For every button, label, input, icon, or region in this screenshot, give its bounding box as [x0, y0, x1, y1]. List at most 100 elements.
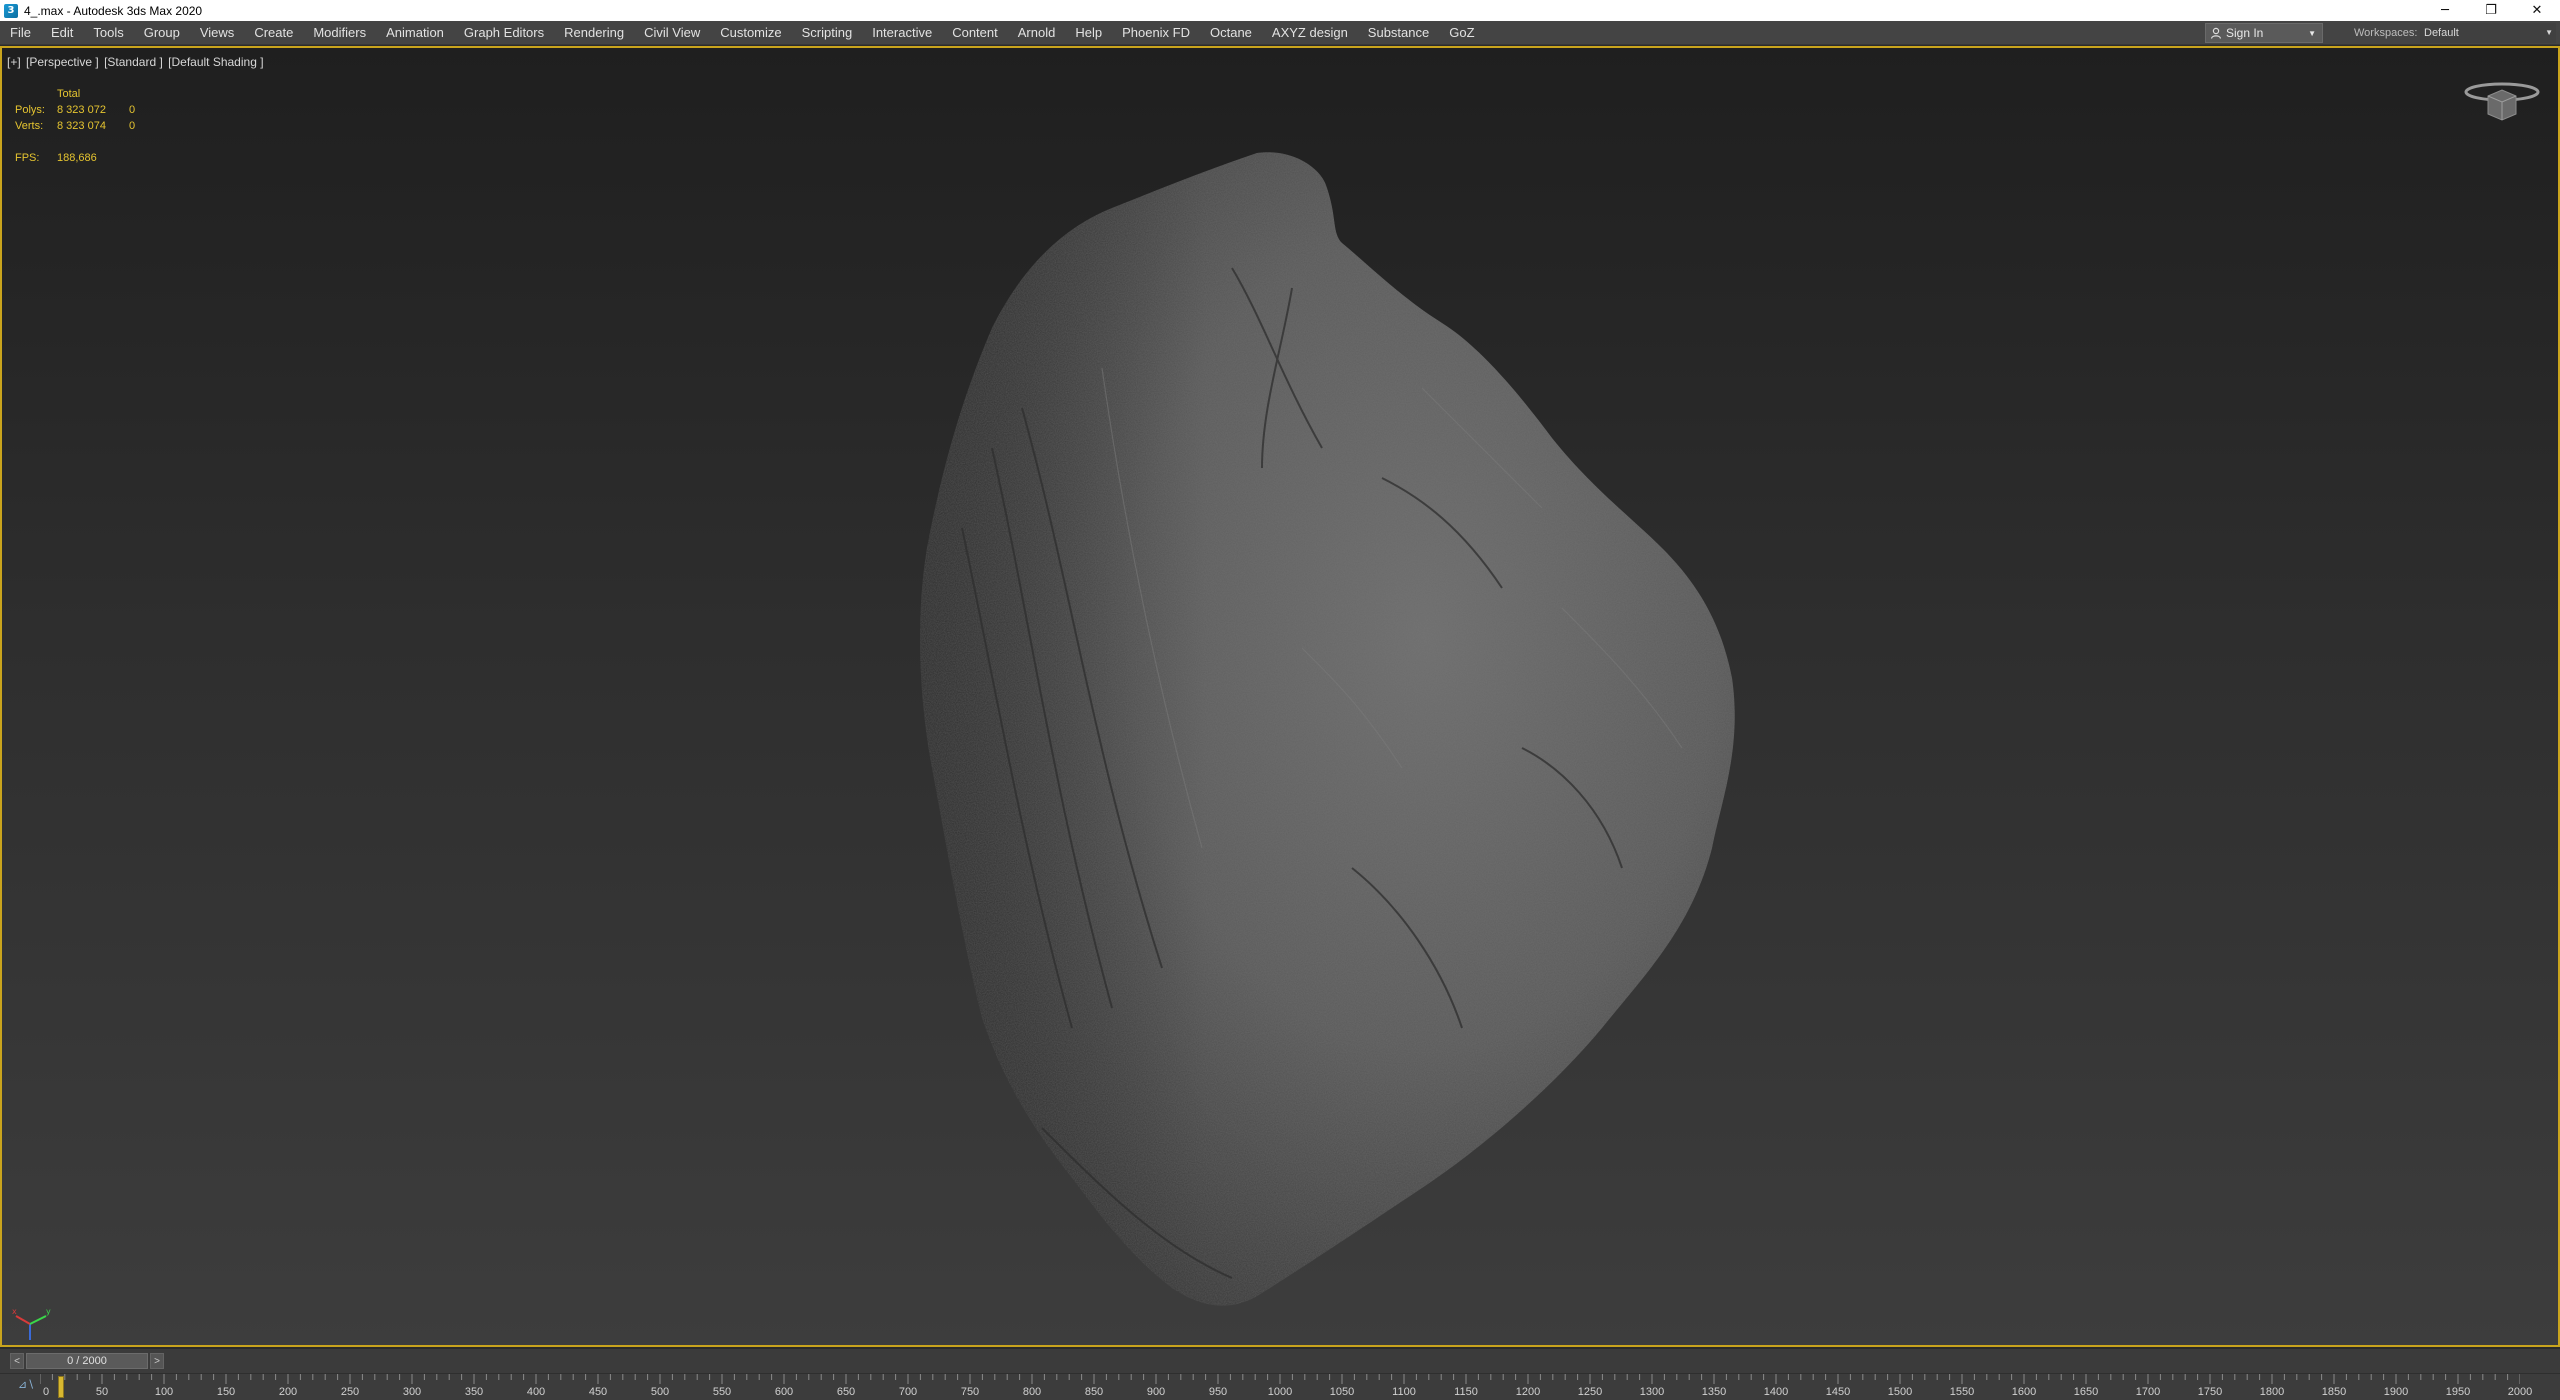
track-bar-tick-label: 550 [712, 1386, 732, 1398]
track-bar-tick-label: 0 [42, 1386, 50, 1398]
menu-scripting[interactable]: Scripting [792, 21, 863, 45]
title-bar: 3 4_.max - Autodesk 3ds Max 2020 ─ ❐ ✕ [0, 0, 2560, 21]
sign-in-dropdown[interactable]: Sign In ▼ [2205, 23, 2323, 43]
sign-in-label: Sign In [2226, 26, 2264, 40]
track-bar-tick-label: 1150 [1454, 1386, 1478, 1398]
viewport-standard[interactable]: [Standard ] [104, 55, 163, 69]
menu-group[interactable]: Group [134, 21, 190, 45]
menu-create[interactable]: Create [244, 21, 303, 45]
menu-graph-editors[interactable]: Graph Editors [454, 21, 554, 45]
3ds-max-app-icon[interactable]: 3 [4, 3, 18, 18]
rock-mesh[interactable] [902, 148, 1762, 1308]
verts-label: Verts: [15, 120, 44, 132]
perspective-viewport[interactable]: [+] [Perspective ] [Standard ] [Default … [0, 46, 2560, 1347]
track-bar-tick-label: 450 [588, 1386, 608, 1398]
svg-text:y: y [46, 1307, 51, 1316]
workspaces-value: Default [2424, 27, 2459, 39]
menu-edit[interactable]: Edit [41, 21, 83, 45]
menu-modifiers[interactable]: Modifiers [303, 21, 376, 45]
menu-file[interactable]: File [0, 21, 41, 45]
track-bar-tick-label: 350 [464, 1386, 484, 1398]
track-bar-tick-label: 1450 [1825, 1386, 1851, 1398]
menu-animation[interactable]: Animation [376, 21, 454, 45]
menu-help[interactable]: Help [1065, 21, 1112, 45]
svg-text:x: x [12, 1307, 17, 1316]
track-bar-tick-label: 1600 [2011, 1386, 2037, 1398]
track-bar-tick-label: 400 [526, 1386, 546, 1398]
track-bar-tick-label: 650 [836, 1386, 856, 1398]
track-bar-tick-label: 1100 [1392, 1386, 1416, 1398]
polys-value: 8 323 072 [57, 104, 106, 116]
viewport-label: [+] [Perspective ] [Standard ] [Default … [7, 55, 266, 69]
polys-label: Polys: [15, 104, 45, 116]
viewport-shading[interactable]: [Default Shading ] [168, 55, 263, 69]
menu-bar: File Edit Tools Group Views Create Modifiers An… [0, 21, 2560, 45]
track-bar-tick-label: 750 [960, 1386, 980, 1398]
time-slider-thumb[interactable]: 0 / 2000 [26, 1353, 148, 1369]
fps-label: FPS: [15, 152, 40, 164]
workspaces-select[interactable]: Default ▼ [2420, 23, 2556, 43]
track-bar[interactable]: ⊿∖ 0 50 100 150 200 250 300 350 400 450 500 550 600 6… [0, 1373, 2560, 1400]
track-bar-tick-label: 1950 [2445, 1386, 2471, 1398]
viewport-statistics: Total Polys: 8 323 072 0 Verts: 8 323 07… [15, 86, 149, 166]
menu-substance[interactable]: Substance [1358, 21, 1439, 45]
window-title: 4_.max - Autodesk 3ds Max 2020 [24, 3, 203, 18]
chevron-down-icon: ▼ [2545, 28, 2553, 37]
menu-tools[interactable]: Tools [83, 21, 133, 45]
menu-axyz-design[interactable]: AXYZ design [1262, 21, 1358, 45]
track-bar-tick-label: 1700 [2135, 1386, 2161, 1398]
track-bar-tick-label: 1500 [1887, 1386, 1913, 1398]
track-bar-tick-label: 100 [154, 1386, 174, 1398]
menu-civil-view[interactable]: Civil View [634, 21, 710, 45]
axis-tripod-icon: x y [12, 1307, 51, 1340]
track-bar-tick-label: 1900 [2383, 1386, 2409, 1398]
window-controls: ─ ❐ ✕ [2422, 0, 2560, 21]
track-bar-tick-label: 1050 [1329, 1386, 1355, 1398]
track-bar-tick-label: 1800 [2259, 1386, 2285, 1398]
close-button[interactable]: ✕ [2514, 0, 2560, 21]
time-slider-next-button[interactable]: > [150, 1353, 164, 1369]
menu-octane[interactable]: Octane [1200, 21, 1262, 45]
track-bar-tick-label: 1350 [1701, 1386, 1727, 1398]
track-bar-tick-label: 300 [402, 1386, 422, 1398]
user-icon [2210, 27, 2222, 39]
fps-value: 188,686 [57, 152, 97, 164]
menu-interactive[interactable]: Interactive [862, 21, 942, 45]
current-frame-marker[interactable] [58, 1376, 64, 1398]
verts-selected: 0 [129, 120, 136, 132]
track-bar-tick-label: 1750 [2197, 1386, 2223, 1398]
viewcube-icon[interactable] [2462, 78, 2542, 134]
time-slider-prev-button[interactable]: < [10, 1353, 24, 1369]
menu-rendering[interactable]: Rendering [554, 21, 634, 45]
menu-content[interactable]: Content [942, 21, 1008, 45]
restore-button[interactable]: ❐ [2468, 0, 2514, 21]
track-bar-tick-label: 2000 [2507, 1386, 2533, 1398]
track-bar-tick-label: 800 [1022, 1386, 1042, 1398]
track-bar-tick-label: 150 [216, 1386, 236, 1398]
viewport-menu-plus[interactable]: [+] [7, 55, 21, 69]
track-bar-tick-label: 50 [95, 1386, 109, 1398]
polys-selected: 0 [129, 104, 136, 116]
track-bar-tick-label: 500 [650, 1386, 670, 1398]
track-bar-tick-label: 950 [1208, 1386, 1228, 1398]
track-bar-tick-label: 200 [278, 1386, 298, 1398]
menu-phoenix-fd[interactable]: Phoenix FD [1112, 21, 1200, 45]
menu-customize[interactable]: Customize [710, 21, 791, 45]
menu-arnold[interactable]: Arnold [1008, 21, 1066, 45]
stats-total-label: Total [57, 88, 81, 100]
track-bar-tick-label: 1650 [2073, 1386, 2099, 1398]
time-slider[interactable]: < 0 / 2000 > [0, 1349, 2560, 1373]
track-bar-tick-label: 1200 [1515, 1386, 1541, 1398]
workspaces-label: Workspaces: [2354, 27, 2418, 39]
track-bar-tick-label: 1850 [2321, 1386, 2347, 1398]
viewport-point-of-view[interactable]: [Perspective ] [26, 55, 99, 69]
minimize-button[interactable]: ─ [2422, 0, 2468, 21]
menu-views[interactable]: Views [190, 21, 244, 45]
track-bar-tick-label: 250 [340, 1386, 360, 1398]
menu-goz[interactable]: GoZ [1439, 21, 1484, 45]
track-bar-tick-label: 1000 [1267, 1386, 1293, 1398]
verts-value: 8 323 074 [57, 120, 106, 132]
key-filter-icon[interactable]: ⊿∖ [18, 1378, 34, 1391]
track-bar-tick-label: 1250 [1577, 1386, 1603, 1398]
track-bar-tick-label: 900 [1146, 1386, 1166, 1398]
